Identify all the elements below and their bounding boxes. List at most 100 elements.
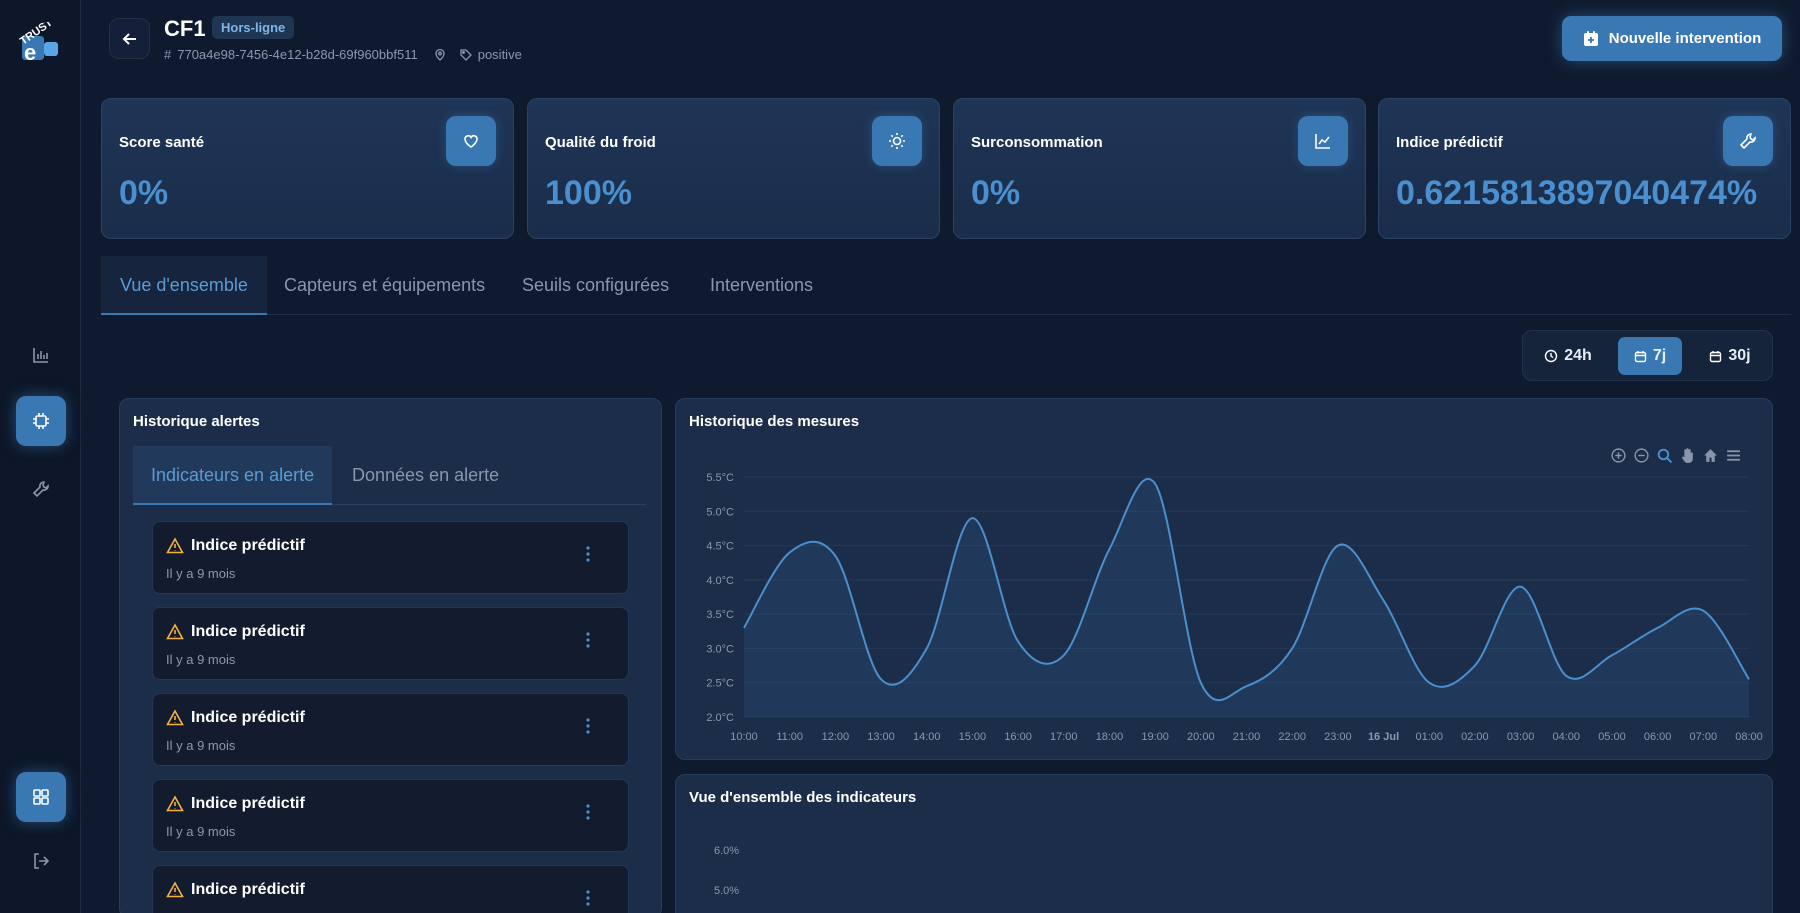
alert-item[interactable]: Indice prédictif Il y a 9 mois: [152, 779, 629, 852]
y-tick-label: 5.0°C: [706, 506, 734, 518]
tab-overview[interactable]: Vue d'ensemble: [101, 256, 267, 315]
x-tick-label: 10:00: [730, 731, 758, 743]
x-tick-label: 05:00: [1598, 731, 1626, 743]
kpi-card-overconsumption: Surconsommation 0%: [953, 98, 1366, 239]
new-intervention-button[interactable]: Nouvelle intervention: [1562, 16, 1782, 61]
logout-button[interactable]: [16, 836, 66, 886]
calendar-plus-icon: [1583, 30, 1598, 46]
alert-item[interactable]: Indice prédictif Il y a 9 mois: [152, 607, 629, 680]
alert-time: Il y a 9 mois: [166, 824, 236, 839]
panel-title: Historique alertes: [133, 413, 260, 430]
x-tick-label: 03:00: [1507, 731, 1535, 743]
tab-sensors[interactable]: Capteurs et équipements: [265, 256, 504, 315]
tag-icon: [460, 48, 472, 61]
x-tick-label: 21:00: [1233, 731, 1261, 743]
x-tick-label: 08:00: [1735, 731, 1763, 743]
warning-icon: [166, 537, 184, 554]
x-tick-label: 14:00: [913, 731, 941, 743]
chart-icon: [1298, 116, 1348, 166]
alert-item[interactable]: Indice prédictif Il y a 9 mois: [152, 521, 629, 594]
alert-item[interactable]: Indice prédictif Il y a 9 mois: [152, 693, 629, 766]
x-tick-label: 20:00: [1187, 731, 1215, 743]
subtab-data[interactable]: Données en alerte: [334, 446, 517, 505]
kpi-label: Qualité du froid: [545, 134, 656, 151]
x-tick-label: 12:00: [822, 731, 850, 743]
kpi-value: 0.6215813897040474%: [1396, 174, 1758, 212]
x-tick-label: 18:00: [1096, 731, 1124, 743]
dashboard-nav-button[interactable]: [16, 772, 66, 822]
tab-interventions[interactable]: Interventions: [691, 256, 832, 315]
x-tick-label: 02:00: [1461, 731, 1489, 743]
status-badge: Hors-ligne: [212, 16, 295, 39]
calendar-icon: [1634, 350, 1647, 362]
kpi-value: 0%: [119, 174, 169, 212]
calendar-icon: [1710, 350, 1722, 362]
wrench-icon: [1723, 116, 1773, 166]
back-button[interactable]: [109, 18, 150, 59]
time-range-selector: 24h 7j 30j: [1522, 330, 1773, 381]
y-tick-label: 3.0°C: [706, 643, 734, 655]
panel-title: Vue d'ensemble des indicateurs: [689, 789, 917, 806]
y-tick-label: 5.0%: [714, 885, 740, 897]
more-options-icon[interactable]: [586, 803, 590, 821]
trust-logo: TRUST e: [18, 22, 58, 65]
alert-item[interactable]: Indice prédictif: [152, 865, 629, 913]
kpi-value: 100%: [545, 174, 632, 212]
hash-icon: #: [164, 47, 172, 62]
more-options-icon[interactable]: [586, 717, 590, 735]
heart-icon: [446, 116, 496, 166]
kpi-card-health: Score santé 0%: [101, 98, 514, 239]
range-30d-button[interactable]: 30j: [1696, 337, 1764, 375]
warning-icon: [166, 623, 184, 640]
bar-chart-icon: [33, 348, 48, 363]
x-tick-label: 11:00: [776, 731, 803, 743]
more-options-icon[interactable]: [586, 631, 590, 649]
range-24h-button[interactable]: 24h: [1533, 337, 1603, 375]
subtab-indicators[interactable]: Indicateurs en alerte: [133, 446, 333, 505]
equipment-nav-button[interactable]: [16, 396, 66, 446]
y-tick-label: 6.0%: [714, 845, 740, 857]
tab-thresholds[interactable]: Seuils configurées: [503, 256, 688, 315]
sun-icon: [872, 116, 922, 166]
measures-history-panel: Historique des mesures 5.5°C 5.0°C 4.5°C 4.…: [675, 398, 1773, 760]
y-tick-label: 4.5°C: [706, 541, 734, 553]
more-options-icon[interactable]: [586, 545, 590, 563]
alert-time: Il y a 9 mois: [166, 652, 236, 667]
grid-icon: [33, 789, 49, 805]
maintenance-nav-button[interactable]: [16, 464, 66, 514]
main-tabs: Vue d'ensemble Capteurs et équipements S…: [101, 256, 1791, 315]
chip-icon: [33, 413, 49, 429]
alert-title: Indice prédictif: [191, 623, 305, 640]
y-tick-label: 4.0°C: [706, 575, 734, 587]
x-tick-label: 15:00: [959, 731, 987, 743]
alert-time: Il y a 9 mois: [166, 738, 236, 753]
kpi-card-predictive: Indice prédictif 0.6215813897040474%: [1378, 98, 1791, 239]
kpi-label: Indice prédictif: [1396, 134, 1503, 151]
y-tick-label: 2.0°C: [706, 712, 734, 724]
arrow-left-icon: [122, 32, 136, 45]
new-intervention-label: Nouvelle intervention: [1608, 30, 1762, 47]
range-7d-button[interactable]: 7j: [1618, 337, 1682, 375]
kpi-card-cold-quality: Qualité du froid 100%: [527, 98, 940, 239]
alert-title: Indice prédictif: [191, 709, 305, 726]
series-area: [744, 478, 1749, 717]
alert-time: Il y a 9 mois: [166, 566, 236, 581]
more-options-icon[interactable]: [586, 889, 590, 907]
indicators-overview-panel: Vue d'ensemble des indicateurs 6.0% 5.0%: [675, 774, 1773, 913]
alerts-history-panel: Historique alertes Indicateurs en alerte…: [119, 398, 662, 913]
alert-title: Indice prédictif: [191, 881, 305, 898]
device-meta: # 770a4e98-7456-4e12-b28d-69f960bbf511 p…: [164, 47, 522, 62]
location-icon: [435, 48, 445, 61]
sidebar: TRUST e: [0, 0, 81, 913]
alert-title: Indice prédictif: [191, 537, 305, 554]
page-title: CF1: [164, 16, 206, 41]
warning-icon: [166, 795, 184, 812]
x-tick-label: 19:00: [1141, 731, 1169, 743]
x-tick-label: 23:00: [1324, 731, 1352, 743]
analytics-nav-button[interactable]: [16, 330, 66, 380]
x-tick-label: 22:00: [1278, 731, 1306, 743]
device-tag: positive: [477, 47, 522, 62]
x-tick-label: 04:00: [1553, 731, 1581, 743]
alerts-subtabs: Indicateurs en alerte Données en alerte: [133, 446, 646, 505]
x-tick-label: 17:00: [1050, 731, 1078, 743]
